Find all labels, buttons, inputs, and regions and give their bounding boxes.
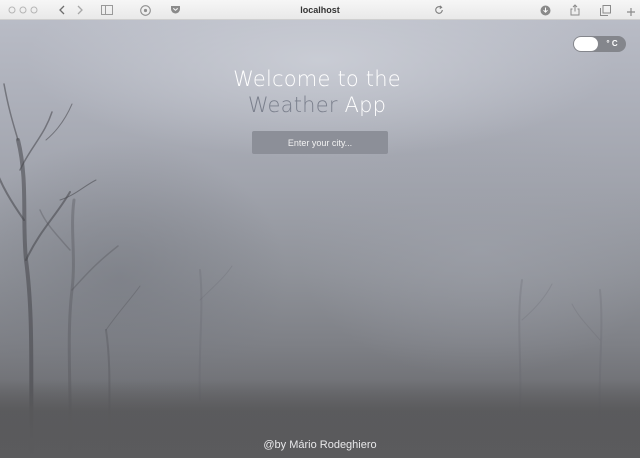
- title-accent-word: Weather: [247, 93, 338, 117]
- sidebar-icon[interactable]: [100, 2, 114, 18]
- chevron-right-icon[interactable]: [74, 2, 86, 18]
- pocket-icon[interactable]: [168, 2, 182, 18]
- download-icon[interactable]: [538, 2, 552, 18]
- title-rest-word: App: [337, 93, 387, 117]
- unit-toggle[interactable]: ° C: [573, 36, 626, 52]
- tabs-icon[interactable]: [598, 2, 612, 18]
- plus-icon[interactable]: [624, 4, 638, 20]
- browser-toolbar: localhost: [0, 0, 640, 20]
- browser-window: localhost ° C Welcome to the Weather App…: [0, 0, 640, 458]
- title-line-2: Weather App: [160, 92, 474, 118]
- city-search-input[interactable]: [252, 131, 388, 154]
- extension-icon[interactable]: [138, 2, 152, 18]
- toggle-knob[interactable]: [574, 37, 598, 51]
- window-controls-icon[interactable]: [8, 2, 38, 18]
- author-credit: @by Mário Rodeghiero: [263, 439, 377, 451]
- reload-icon[interactable]: [432, 2, 446, 18]
- page-title: Welcome to the Weather App: [160, 66, 474, 118]
- title-line-1: Welcome to the: [233, 67, 401, 91]
- address-bar[interactable]: localhost: [200, 2, 440, 18]
- toggle-unit-label: ° C: [606, 39, 618, 48]
- chevron-left-icon[interactable]: [56, 2, 68, 18]
- share-icon[interactable]: [568, 2, 582, 18]
